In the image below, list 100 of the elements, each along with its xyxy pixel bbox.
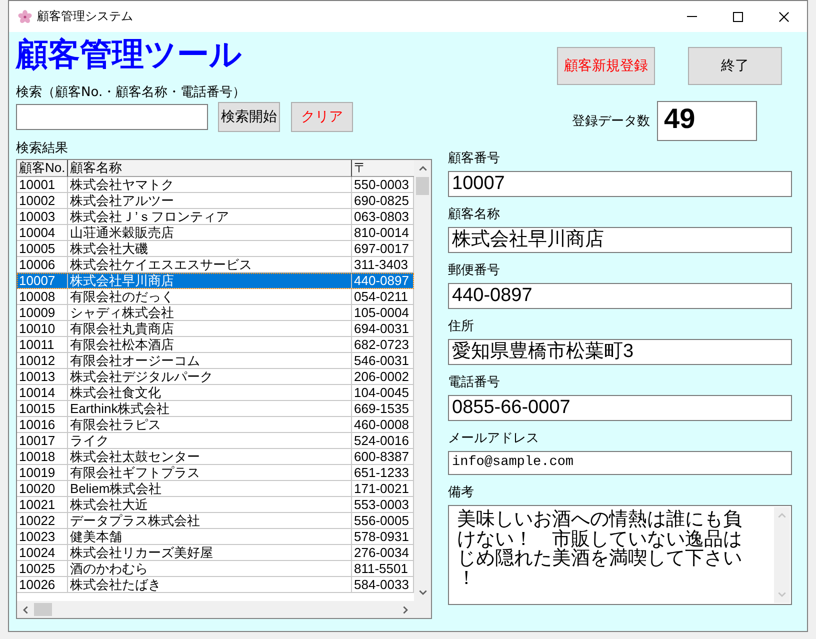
table-cell: 有限会社松本酒店 (68, 337, 352, 353)
scroll-up-icon[interactable] (418, 166, 426, 171)
count-label: 登録データ数 (572, 113, 650, 130)
list-row[interactable]: 10017 ライク 524-0016 (17, 433, 414, 449)
table-cell: 10014 (17, 385, 68, 401)
field-label: 住所 (448, 318, 474, 336)
table-cell: 株式会社Ｊ’ｓフロンティア (68, 209, 352, 225)
list-row[interactable]: 10016 有限会社ラピス 460-0008 (17, 417, 414, 433)
text-field[interactable]: 株式会社早川商店 (448, 227, 792, 253)
table-cell: 株式会社アルツー (68, 193, 352, 209)
table-cell: 10012 (17, 353, 68, 369)
table-cell: 10008 (17, 289, 68, 305)
list-row[interactable]: 10026 株式会社たばき 584-0033 (17, 577, 414, 593)
table-cell: 有限会社オージーコム (68, 353, 352, 369)
table-cell: 10004 (17, 225, 68, 241)
column-header[interactable]: 顧客名称 (68, 160, 352, 177)
table-cell: 10018 (17, 449, 68, 465)
list-row[interactable]: 10012 有限会社オージーコム 546-0031 (17, 353, 414, 369)
app-heading: 顧客管理ツール (16, 34, 242, 74)
table-cell: 10001 (17, 177, 68, 193)
table-cell: 10007 (17, 273, 68, 289)
table-cell: 株式会社食文化 (68, 385, 352, 401)
list-row[interactable]: 10007 株式会社早川商店 440-0897 (17, 273, 414, 289)
table-cell: シャディ株式会社 (68, 305, 352, 321)
count-display: 49 (657, 101, 757, 141)
column-header[interactable]: 顧客No. (17, 160, 68, 177)
table-cell: 山荘通米穀販売店 (68, 225, 352, 241)
list-row[interactable]: 10004 山荘通米穀販売店 810-0014 (17, 225, 414, 241)
table-cell: 酒のかわむら (68, 561, 352, 577)
text-field[interactable]: 10007 (448, 171, 792, 197)
minimize-icon[interactable] (687, 16, 697, 17)
table-cell: 株式会社ヤマトク (68, 177, 352, 193)
table-cell: 株式会社たばき (68, 577, 352, 593)
table-cell: 株式会社大磯 (68, 241, 352, 257)
table-cell: 10025 (17, 561, 68, 577)
scroll-down-icon[interactable] (418, 590, 426, 595)
scroll-left-icon[interactable] (23, 606, 28, 614)
text-field[interactable]: 愛知県豊橋市松葉町3 (448, 339, 792, 365)
table-cell: 10002 (17, 193, 68, 209)
list-row[interactable]: 10009 シャディ株式会社 105-0004 (17, 305, 414, 321)
table-cell: 10021 (17, 497, 68, 513)
table-cell: 10020 (17, 481, 68, 497)
list-row[interactable]: 10019 有限会社ギフトプラス 651-1233 (17, 465, 414, 481)
table-cell: 株式会社太鼓センター (68, 449, 352, 465)
table-cell: 10009 (17, 305, 68, 321)
text-field[interactable]: 440-0897 (448, 283, 792, 309)
list-row[interactable]: 10013 株式会社デジタルパーク 206-0002 (17, 369, 414, 385)
list-row[interactable]: 10005 株式会社大磯 697-0017 (17, 241, 414, 257)
table-cell: 10015 (17, 401, 68, 417)
table-cell: 株式会社大近 (68, 497, 352, 513)
table-cell: 有限会社ラピス (68, 417, 352, 433)
flower-icon (18, 10, 32, 24)
list-row[interactable]: 10003 株式会社Ｊ’ｓフロンティア 063-0803 (17, 209, 414, 225)
list-row[interactable]: 10022 データプラス株式会社 556-0005 (17, 513, 414, 529)
scrollbar-thumb[interactable] (416, 177, 429, 195)
list-row[interactable]: 10018 株式会社太鼓センター 600-8387 (17, 449, 414, 465)
search-field[interactable] (16, 104, 208, 130)
list-row[interactable]: 10001 株式会社ヤマトク 550-0003 (17, 177, 414, 193)
table-cell: ライク (68, 433, 352, 449)
table-cell: 10013 (17, 369, 68, 385)
field-label: 顧客番号 (448, 150, 500, 168)
field-label: 電話番号 (448, 374, 500, 392)
list-row[interactable]: 10011 有限会社松本酒店 682-0723 (17, 337, 414, 353)
table-cell: 10023 (17, 529, 68, 545)
table-cell: 10017 (17, 433, 68, 449)
column-header[interactable]: 〒 (352, 160, 414, 177)
table-cell: データプラス株式会社 (68, 513, 352, 529)
list-row[interactable]: 10020 Beliem株式会社 171-0021 (17, 481, 414, 497)
table-cell: Earthink株式会社 (68, 401, 352, 417)
table-cell: 10022 (17, 513, 68, 529)
table-cell: 10005 (17, 241, 68, 257)
list-row[interactable]: 10002 株式会社アルツー 690-0825 (17, 193, 414, 209)
table-cell: 株式会社早川商店 (68, 273, 352, 289)
list-row[interactable]: 10010 有限会社丸貴商店 694-0031 (17, 321, 414, 337)
list-row[interactable]: 10021 株式会社大近 553-0003 (17, 497, 414, 513)
list-row[interactable]: 10008 有限会社のだっく 054-0211 (17, 289, 414, 305)
list-row[interactable]: 10025 酒のかわむら 811-5501 (17, 561, 414, 577)
window-title: 顧客管理システム (37, 8, 134, 25)
field-label: 郵便番号 (448, 262, 500, 280)
search-label: 検索（顧客No.・顧客名称・電話番号） (16, 84, 246, 101)
scroll-right-icon[interactable] (403, 606, 408, 614)
scrollbar-thumb[interactable] (34, 603, 52, 616)
table-cell: 10026 (17, 577, 68, 593)
table-cell: 10016 (17, 417, 68, 433)
text-field[interactable]: 0855-66-0007 (448, 395, 792, 421)
list-row[interactable]: 10014 株式会社食文化 104-0045 (17, 385, 414, 401)
table-cell: 10003 (17, 209, 68, 225)
list-row[interactable]: 10024 株式会社リカーズ美好屋 276-0034 (17, 545, 414, 561)
table-cell: 株式会社デジタルパーク (68, 369, 352, 385)
maximize-icon[interactable] (733, 12, 743, 22)
table-cell: 株式会社リカーズ美好屋 (68, 545, 352, 561)
table-cell: 有限会社ギフトプラス (68, 465, 352, 481)
list-row[interactable]: 10023 健美本舗 578-0931 (17, 529, 414, 545)
text-field[interactable]: info@sample.com (448, 451, 792, 475)
text-area[interactable]: 美味しいお酒への情熱は誰にも負けない！ 市販していない逸品はじめ隠れた美酒を満喫して下さい！ (448, 505, 792, 605)
list-row[interactable]: 10015 Earthink株式会社 669-1535 (17, 401, 414, 417)
table-cell: 有限会社のだっく (68, 289, 352, 305)
close-icon[interactable] (779, 12, 789, 22)
search-button[interactable]: 検索開始 (218, 102, 280, 132)
exit-button[interactable]: 終了 (688, 47, 782, 85)
